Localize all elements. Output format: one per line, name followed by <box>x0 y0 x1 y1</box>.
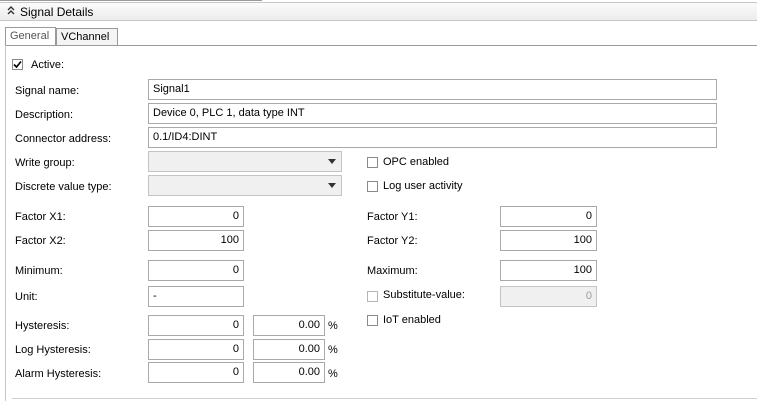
log-hysteresis-percent-sign: % <box>328 344 338 356</box>
factor-x2-input[interactable]: 100 <box>148 230 244 251</box>
iot-enabled-checkbox[interactable] <box>367 315 378 326</box>
tab-general[interactable]: General <box>5 27 56 46</box>
log-hysteresis-label: Log Hysteresis: <box>15 344 91 356</box>
active-label: Active: <box>31 59 65 71</box>
log-user-activity-label: Log user activity <box>383 180 463 192</box>
opc-enabled-label: OPC enabled <box>383 156 450 168</box>
log-hysteresis-input[interactable]: 0 <box>148 339 244 360</box>
discrete-value-type-select[interactable] <box>148 175 342 196</box>
hysteresis-percent-input[interactable]: 0.00 <box>253 315 325 336</box>
signal-name-label: Signal name: <box>15 85 80 97</box>
discrete-value-type-label: Discrete value type: <box>15 181 112 193</box>
log-user-activity-checkbox[interactable] <box>367 181 378 192</box>
hysteresis-percent-sign: % <box>328 320 338 332</box>
dropdown-arrow-icon[interactable] <box>325 154 339 169</box>
factor-y1-input[interactable]: 0 <box>500 206 597 227</box>
hysteresis-label: Hysteresis: <box>15 320 70 332</box>
bottom-divider <box>12 398 757 399</box>
checkmark-icon <box>13 60 22 69</box>
factor-y2-label: Factor Y2: <box>367 235 418 247</box>
active-checkbox[interactable] <box>12 59 23 70</box>
hysteresis-input[interactable]: 0 <box>148 315 244 336</box>
tab-vchannel[interactable]: VChannel <box>56 28 118 45</box>
factor-y2-input[interactable]: 100 <box>500 230 597 251</box>
section-title: Signal Details <box>20 5 94 19</box>
top-divider <box>0 0 262 1</box>
alarm-hysteresis-label: Alarm Hysteresis: <box>15 368 102 380</box>
alarm-hysteresis-input[interactable]: 0 <box>148 362 244 383</box>
maximum-input[interactable]: 100 <box>500 260 597 281</box>
log-hysteresis-percent-input[interactable]: 0.00 <box>253 339 325 360</box>
factor-x1-label: Factor X1: <box>15 211 66 223</box>
alarm-hysteresis-percent-sign: % <box>328 368 338 380</box>
factor-x2-label: Factor X2: <box>15 235 66 247</box>
write-group-label: Write group: <box>15 157 75 169</box>
unit-label: Unit: <box>15 291 38 303</box>
description-input[interactable]: Device 0, PLC 1, data type INT <box>148 103 717 124</box>
substitute-value-checkbox[interactable] <box>367 291 378 302</box>
connector-address-label: Connector address: <box>15 133 111 145</box>
substitute-value-label: Substitute-value: <box>383 289 465 301</box>
minimum-label: Minimum: <box>15 265 63 277</box>
section-header[interactable]: Signal Details <box>0 2 757 21</box>
description-label: Description: <box>15 109 74 121</box>
substitute-value-input[interactable]: 0 <box>500 286 597 307</box>
iot-enabled-label: IoT enabled <box>383 314 441 326</box>
chevron-double-up-icon[interactable] <box>6 5 16 17</box>
minimum-input[interactable]: 0 <box>148 260 244 281</box>
factor-y1-label: Factor Y1: <box>367 211 418 223</box>
factor-x1-input[interactable]: 0 <box>148 206 244 227</box>
dropdown-arrow-icon[interactable] <box>325 178 339 193</box>
opc-enabled-checkbox[interactable] <box>367 157 378 168</box>
alarm-hysteresis-percent-input[interactable]: 0.00 <box>253 362 325 383</box>
write-group-select[interactable] <box>148 151 342 172</box>
connector-address-input[interactable]: 0.1/ID4:DINT <box>148 127 717 148</box>
unit-input[interactable]: - <box>148 286 244 307</box>
maximum-label: Maximum: <box>367 265 418 277</box>
signal-name-input[interactable]: Signal1 <box>148 79 717 100</box>
